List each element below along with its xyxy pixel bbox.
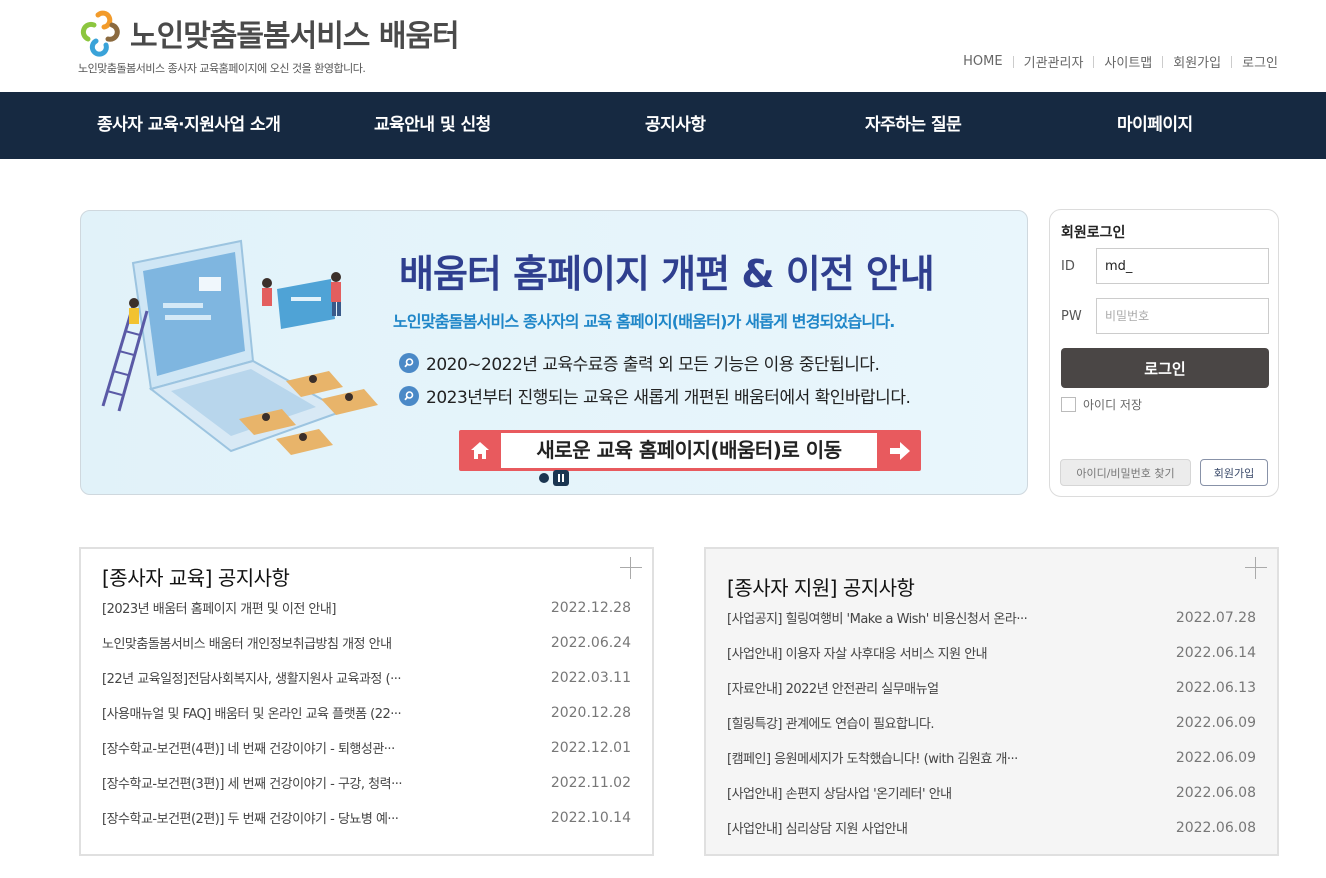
save-id-label: 아이디 저장: [1083, 398, 1143, 412]
notice-education-list: [2023년 배움터 홈페이지 개편 및 이전 안내] 2022.12.28 노인…: [102, 590, 631, 835]
banner-controls: [539, 470, 569, 486]
save-id-checkbox[interactable]: 아이디 저장: [1061, 396, 1142, 413]
list-item[interactable]: [2023년 배움터 홈페이지 개편 및 이전 안내] 2022.12.28: [102, 590, 631, 625]
checkbox[interactable]: [1061, 397, 1076, 412]
item-date: 2020.12.28: [550, 704, 631, 721]
find-account-button[interactable]: 아이디/비밀번호 찾기: [1060, 459, 1191, 486]
item-date: 2022.06.08: [1175, 819, 1256, 836]
divider: [1231, 55, 1233, 68]
notice-support-list: [사업공지] 힐링여행비 'Make a Wish' 비용신청서 온라··· 20…: [727, 600, 1256, 845]
nav-item-education[interactable]: 교육안내 및 신청: [374, 92, 491, 159]
item-title: [사업공지] 힐링여행비 'Make a Wish' 비용신청서 온라···: [727, 612, 1028, 627]
item-date: 2022.03.11: [550, 669, 631, 686]
login-box: 회원로그인 ID PW 로그인 아이디 저장 아이디/비밀번호 찾기 회원가입: [1049, 209, 1279, 497]
item-title: [사업안내] 이용자 자살 사후대응 서비스 지원 안내: [727, 647, 988, 662]
item-date: 2022.06.24: [550, 634, 631, 651]
id-label: ID: [1061, 259, 1075, 274]
item-title: [22년 교육일정]전담사회복지사, 생활지원사 교육과정 (···: [102, 672, 401, 687]
item-title: [사용매뉴얼 및 FAQ] 배움터 및 온라인 교육 플랫폼 (22···: [102, 707, 402, 722]
list-item[interactable]: [캠페인] 응원메세지가 도착했습니다! (with 김원효 개··· 2022.…: [727, 740, 1256, 775]
list-item[interactable]: [사업안내] 손편지 상담사업 '온기레터' 안내 2022.06.08: [727, 775, 1256, 810]
item-title: [장수학교-보건편(3편)] 세 번째 건강이야기 - 구강, 청력···: [102, 777, 402, 792]
item-title: [자료안내] 2022년 안전관리 실무매뉴얼: [727, 682, 939, 697]
banner-subtitle: 노인맞춤돌봄서비스 종사자의 교육 홈페이지(배움터)가 새롭게 변경되었습니다…: [393, 312, 895, 331]
nav-item-intro[interactable]: 종사자 교육·지원사업 소개: [97, 92, 281, 159]
item-date: 2022.06.13: [1175, 679, 1256, 696]
list-item[interactable]: [사업공지] 힐링여행비 'Make a Wish' 비용신청서 온라··· 20…: [727, 600, 1256, 635]
banner-line-text: 2023년부터 진행되는 교육은 새롭게 개편된 배움터에서 확인바랍니다.: [426, 388, 911, 408]
arrow-right-icon: [890, 442, 910, 460]
slide-indicator-dot[interactable]: [539, 473, 549, 483]
notice-support-panel: [종사자 지원] 공지사항 [사업공지] 힐링여행비 'Make a Wish'…: [704, 547, 1279, 856]
id-input[interactable]: [1096, 248, 1269, 284]
home-icon: [471, 442, 489, 459]
list-item[interactable]: [사용매뉴얼 및 FAQ] 배움터 및 온라인 교육 플랫폼 (22··· 202…: [102, 695, 631, 730]
more-plus-icon[interactable]: [620, 557, 642, 579]
item-title: [캠페인] 응원메세지가 도착했습니다! (with 김원효 개···: [727, 752, 1018, 767]
divider: [1162, 55, 1164, 68]
item-title: [힐링특강] 관계에도 연습이 필요합니다.: [727, 717, 935, 732]
item-date: 2022.11.02: [550, 774, 631, 791]
util-link-login[interactable]: 로그인: [1242, 52, 1278, 71]
notice-education-title: [종사자 교육] 공지사항: [102, 566, 290, 590]
util-link-sitemap[interactable]: 사이트맵: [1104, 52, 1152, 71]
new-site-button[interactable]: 새로운 교육 홈페이지(배움터)로 이동: [459, 430, 921, 471]
site-title: 노인맞춤돌봄서비스 배움터: [130, 19, 460, 54]
banner-title: 배움터 홈페이지 개편 & 이전 안내: [399, 252, 935, 296]
notice-support-title: [종사자 지원] 공지사항: [727, 576, 915, 600]
new-site-button-label: 새로운 교육 홈페이지(배움터)로 이동: [501, 433, 877, 468]
item-date: 2022.06.08: [1175, 784, 1256, 801]
item-date: 2022.06.09: [1175, 749, 1256, 766]
list-item[interactable]: [22년 교육일정]전담사회복지사, 생활지원사 교육과정 (··· 2022.0…: [102, 660, 631, 695]
list-item[interactable]: [장수학교-보건편(4편)] 네 번째 건강이야기 - 퇴행성관··· 2022.…: [102, 730, 631, 765]
password-input[interactable]: [1096, 298, 1269, 334]
notice-education-panel: [종사자 교육] 공지사항 [2023년 배움터 홈페이지 개편 및 이전 안내…: [79, 547, 654, 856]
list-item[interactable]: 노인맞춤돌봄서비스 배움터 개인정보취급방침 개정 안내 2022.06.24: [102, 625, 631, 660]
nav-item-mypage[interactable]: 마이페이지: [1117, 92, 1193, 159]
divider: [1012, 55, 1014, 68]
item-title: [장수학교-보건편(4편)] 네 번째 건강이야기 - 퇴행성관···: [102, 742, 395, 757]
pause-icon[interactable]: [553, 470, 569, 486]
item-date: 2022.10.14: [550, 809, 631, 826]
list-item[interactable]: [사업안내] 이용자 자살 사후대응 서비스 지원 안내 2022.06.14: [727, 635, 1256, 670]
site-logo[interactable]: 노인맞춤돌봄서비스 배움터 노인맞춤돌봄서비스 종사자 교육홈페이지에 오신 것…: [78, 9, 460, 76]
nav-item-notice[interactable]: 공지사항: [645, 92, 706, 159]
utility-nav: HOME 기관관리자 사이트맵 회원가입 로그인: [963, 52, 1278, 71]
item-date: 2022.06.09: [1175, 714, 1256, 731]
item-date: 2022.07.28: [1175, 609, 1256, 626]
login-button[interactable]: 로그인: [1061, 348, 1269, 388]
list-item[interactable]: [장수학교-보건편(3편)] 세 번째 건강이야기 - 구강, 청력··· 202…: [102, 765, 631, 800]
main-nav: 종사자 교육·지원사업 소개 교육안내 및 신청 공지사항 자주하는 질문 마이…: [0, 92, 1326, 159]
laptop-classroom-illustration: [101, 239, 378, 455]
util-link-home[interactable]: HOME: [963, 54, 1002, 69]
item-title: [2023년 배움터 홈페이지 개편 및 이전 안내]: [102, 602, 336, 617]
item-title: [사업안내] 심리상담 지원 사업안내: [727, 822, 908, 837]
banner-line: 2020~2022년 교육수료증 출력 외 모든 기능은 이용 중단됩니다.: [399, 350, 880, 375]
list-item[interactable]: [사업안내] 심리상담 지원 사업안내 2022.06.08: [727, 810, 1256, 845]
pw-label: PW: [1061, 309, 1082, 324]
banner-line-text: 2020~2022년 교육수료증 출력 외 모든 기능은 이용 중단됩니다.: [426, 355, 880, 375]
more-plus-icon[interactable]: [1245, 557, 1267, 579]
item-date: 2022.12.01: [550, 739, 631, 756]
join-button[interactable]: 회원가입: [1200, 459, 1268, 486]
logo-icon: [80, 10, 120, 57]
divider: [1093, 55, 1095, 68]
item-date: 2022.12.28: [550, 599, 631, 616]
item-date: 2022.06.14: [1175, 644, 1256, 661]
util-link-join[interactable]: 회원가입: [1173, 52, 1221, 71]
banner-line: 2023년부터 진행되는 교육은 새롭게 개편된 배움터에서 확인바랍니다.: [399, 383, 911, 408]
util-link-admin[interactable]: 기관관리자: [1024, 52, 1084, 71]
item-title: [사업안내] 손편지 상담사업 '온기레터' 안내: [727, 787, 952, 802]
item-title: [장수학교-보건편(2편)] 두 번째 건강이야기 - 당뇨병 예···: [102, 812, 399, 827]
nav-item-faq[interactable]: 자주하는 질문: [865, 92, 962, 159]
site-subtitle: 노인맞춤돌봄서비스 종사자 교육홈페이지에 오신 것을 환영합니다.: [78, 62, 366, 75]
list-item[interactable]: [힐링특강] 관계에도 연습이 필요합니다. 2022.06.09: [727, 705, 1256, 740]
list-item[interactable]: [자료안내] 2022년 안전관리 실무매뉴얼 2022.06.13: [727, 670, 1256, 705]
magnifier-icon: [399, 352, 419, 373]
item-title: 노인맞춤돌봄서비스 배움터 개인정보취급방침 개정 안내: [102, 637, 392, 652]
login-title: 회원로그인: [1061, 225, 1126, 241]
main-banner[interactable]: 배움터 홈페이지 개편 & 이전 안내 노인맞춤돌봄서비스 종사자의 교육 홈페…: [80, 210, 1028, 495]
magnifier-icon: [399, 385, 419, 406]
list-item[interactable]: [장수학교-보건편(2편)] 두 번째 건강이야기 - 당뇨병 예··· 2022…: [102, 800, 631, 835]
